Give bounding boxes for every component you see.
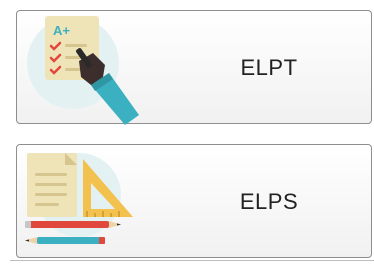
graded-test-icon: A+ xyxy=(27,16,139,125)
app-screen: A+ ELPT ELPS xyxy=(0,0,374,267)
elpt-tile-button[interactable]: A+ ELPT xyxy=(16,10,372,125)
stationery-icon xyxy=(25,153,133,244)
elps-tile-button[interactable]: ELPS xyxy=(16,144,372,258)
elps-label: ELPS xyxy=(239,189,299,214)
svg-text:A+: A+ xyxy=(53,23,70,38)
elpt-label: ELPT xyxy=(240,55,298,80)
divider xyxy=(10,260,374,261)
